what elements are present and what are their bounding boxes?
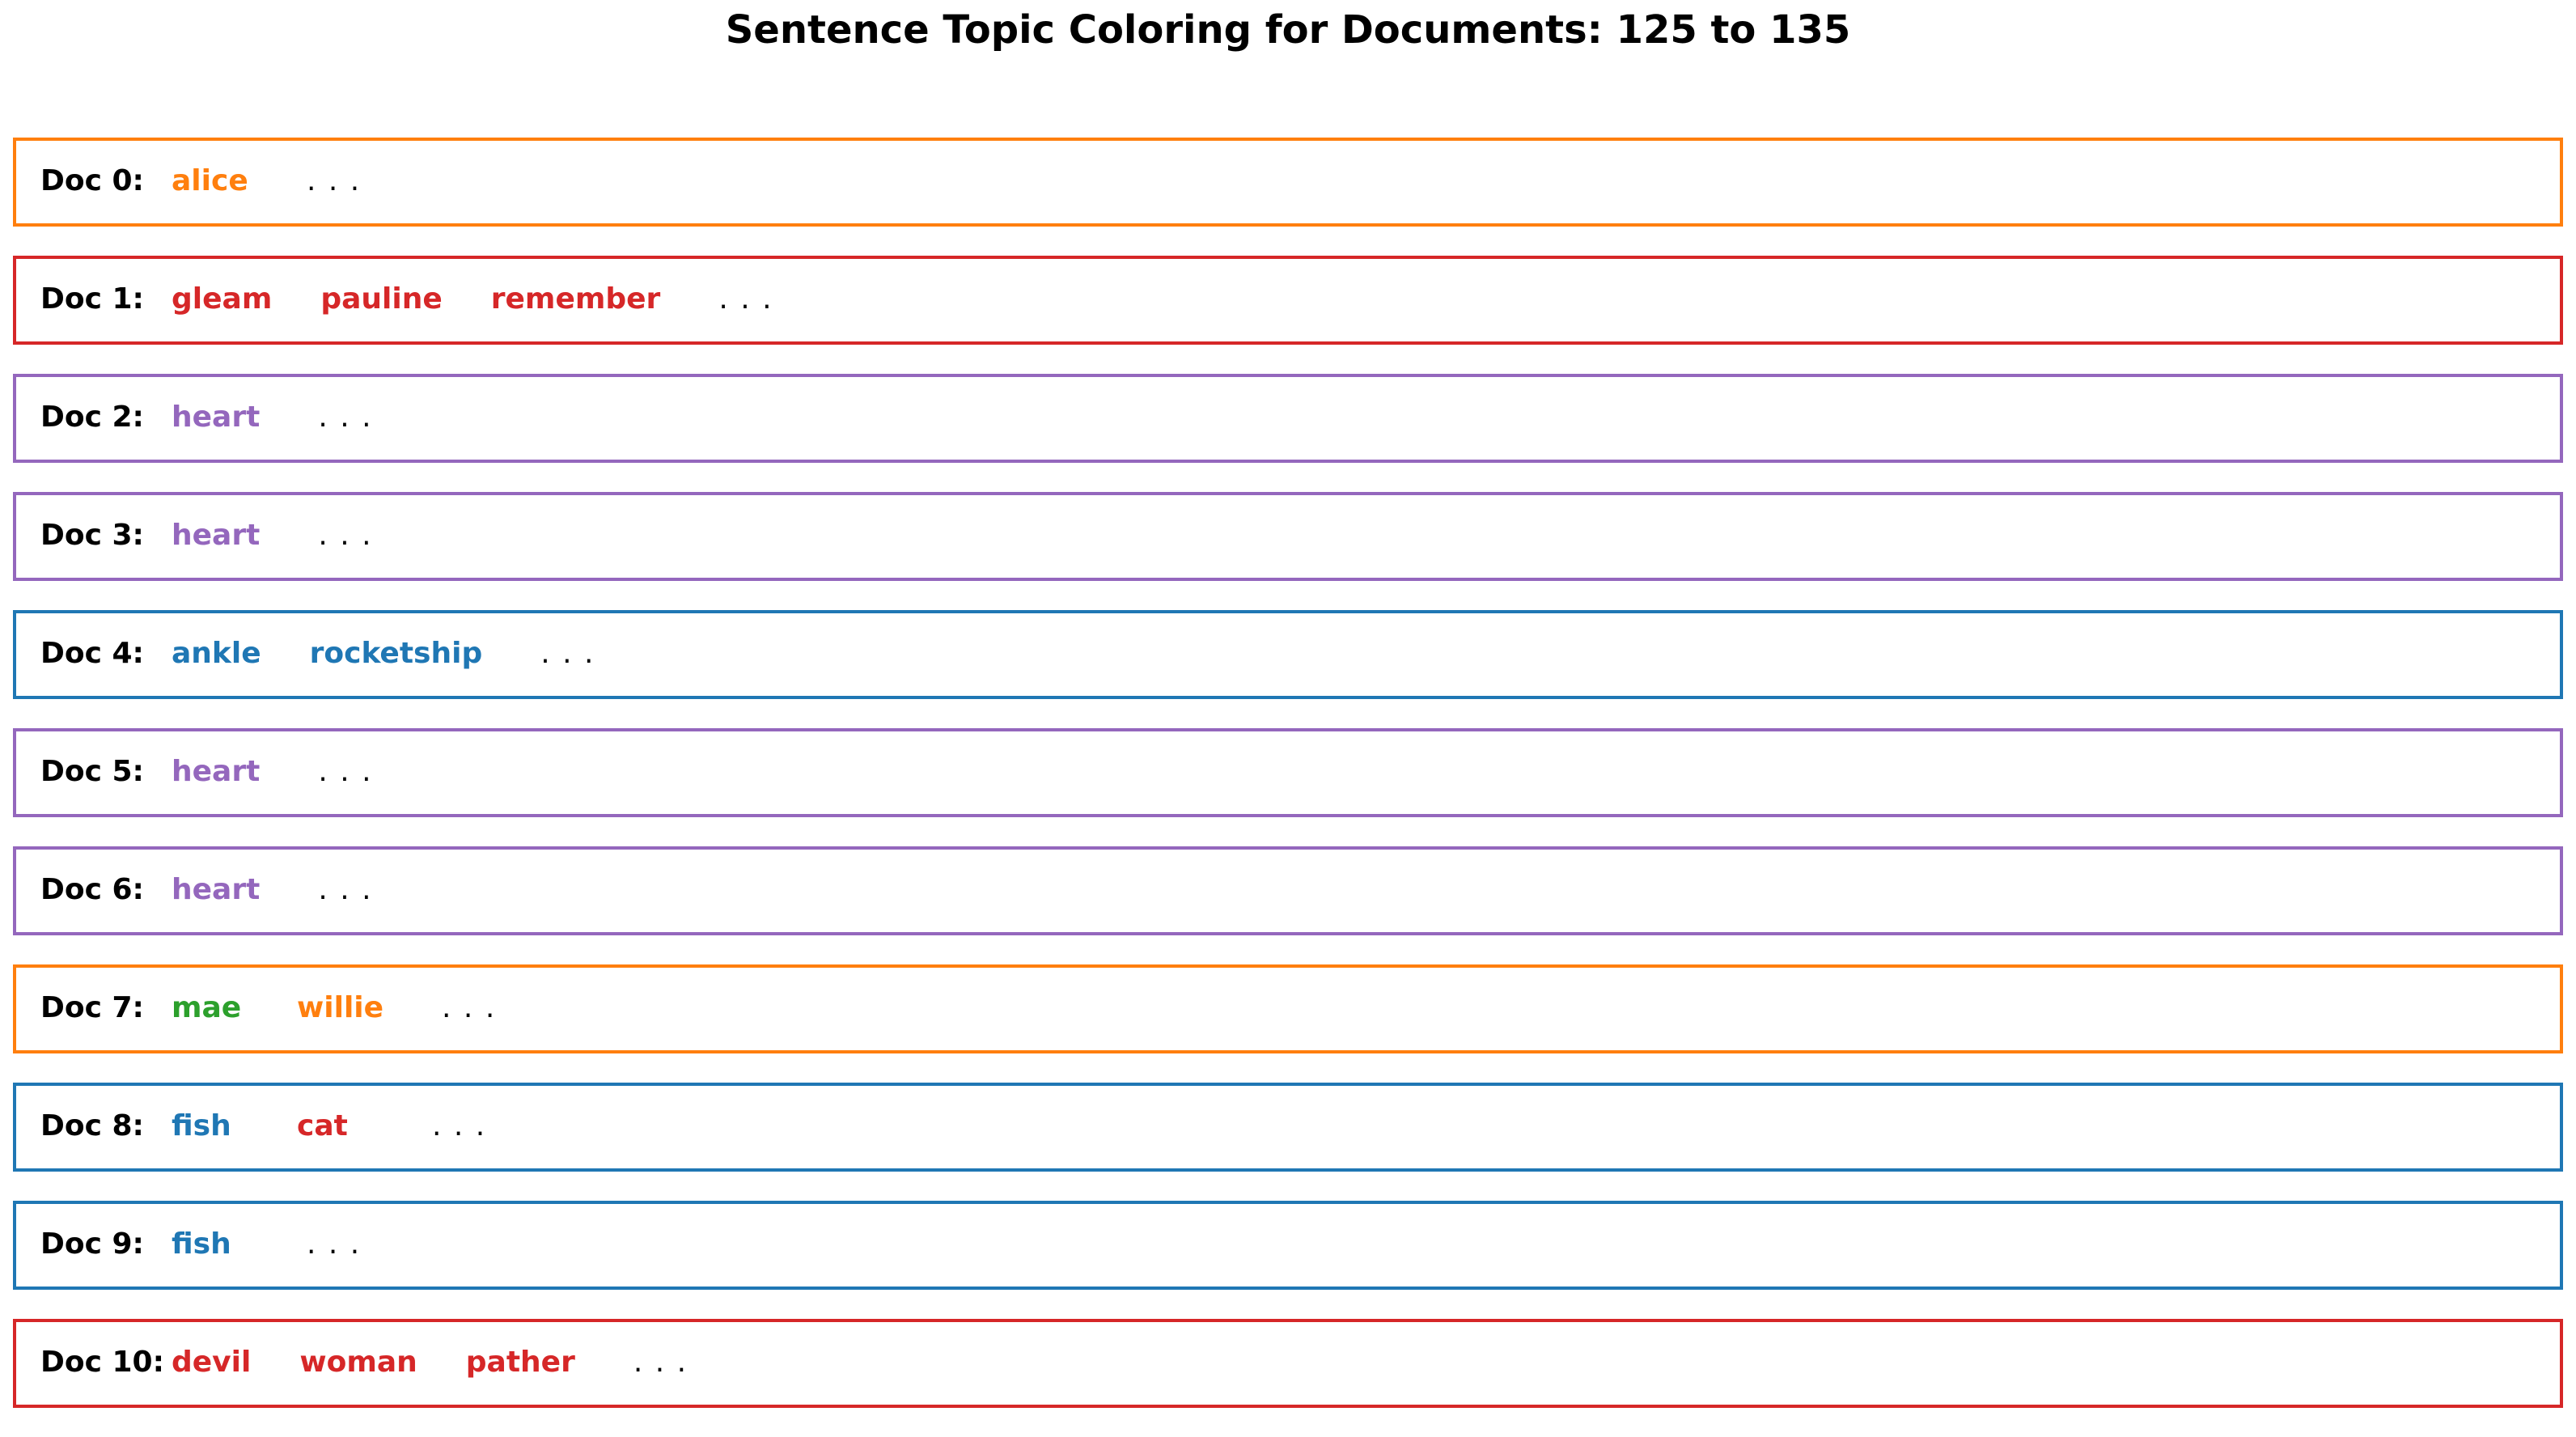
- ellipsis: . . .: [318, 401, 373, 434]
- doc-label: Doc 8:: [40, 1109, 144, 1142]
- topic-word: fish: [172, 1227, 231, 1261]
- doc-label: Doc 5:: [40, 755, 144, 788]
- doc-label: Doc 7:: [40, 991, 144, 1024]
- doc-label: Doc 1:: [40, 282, 144, 316]
- document-rows: Doc 0: alice . . . Doc 1: gleam pauline rememb…: [13, 138, 2563, 1437]
- topic-word: pather: [465, 1346, 575, 1379]
- topic-word: rocketship: [309, 637, 483, 670]
- doc-row: Doc 1: gleam pauline remember . . .: [13, 256, 2563, 345]
- ellipsis: . . .: [540, 637, 595, 670]
- doc-label: Doc 0:: [40, 164, 144, 197]
- doc-row: Doc 3: heart . . .: [13, 492, 2563, 581]
- doc-row: Doc 9: fish . . .: [13, 1201, 2563, 1290]
- topic-word: alice: [172, 164, 248, 197]
- ellipsis: . . .: [718, 282, 773, 316]
- topic-word: ankle: [172, 637, 261, 670]
- topic-word: heart: [172, 519, 261, 552]
- doc-label: Doc 2:: [40, 401, 144, 434]
- doc-row: Doc 5: heart . . .: [13, 728, 2563, 817]
- topic-word: woman: [299, 1346, 417, 1379]
- doc-label: Doc 9:: [40, 1227, 144, 1261]
- ellipsis: . . .: [307, 1227, 362, 1261]
- topic-word: remember: [490, 282, 661, 316]
- doc-row: Doc 4: ankle rocketship . . .: [13, 610, 2563, 699]
- topic-word: devil: [172, 1346, 252, 1379]
- topic-word: fish: [172, 1109, 231, 1142]
- doc-row: Doc 10: devil woman pather . . .: [13, 1319, 2563, 1408]
- topic-word: mae: [172, 991, 242, 1024]
- ellipsis: . . .: [318, 755, 373, 788]
- topic-word: heart: [172, 873, 261, 906]
- doc-label: Doc 3:: [40, 519, 144, 552]
- doc-label: Doc 6:: [40, 873, 144, 906]
- topic-word: pauline: [320, 282, 443, 316]
- doc-row: Doc 7: mae willie . . .: [13, 964, 2563, 1053]
- doc-row: Doc 6: heart . . .: [13, 846, 2563, 935]
- ellipsis: . . .: [432, 1109, 487, 1142]
- ellipsis: . . .: [442, 991, 497, 1024]
- doc-row: Doc 2: heart . . .: [13, 374, 2563, 463]
- ellipsis: . . .: [633, 1346, 688, 1379]
- ellipsis: . . .: [318, 519, 373, 552]
- doc-row: Doc 0: alice . . .: [13, 138, 2563, 227]
- doc-label: Doc 4:: [40, 637, 144, 670]
- topic-word: cat: [297, 1109, 348, 1142]
- doc-label: Doc 10:: [40, 1346, 164, 1379]
- topic-word: willie: [297, 991, 384, 1024]
- topic-word: heart: [172, 755, 261, 788]
- ellipsis: . . .: [307, 164, 362, 197]
- doc-row: Doc 8: fish cat . . .: [13, 1083, 2563, 1172]
- ellipsis: . . .: [318, 873, 373, 906]
- topic-word: heart: [172, 401, 261, 434]
- topic-word: gleam: [172, 282, 273, 316]
- chart-title: Sentence Topic Coloring for Documents: 1…: [725, 7, 1851, 53]
